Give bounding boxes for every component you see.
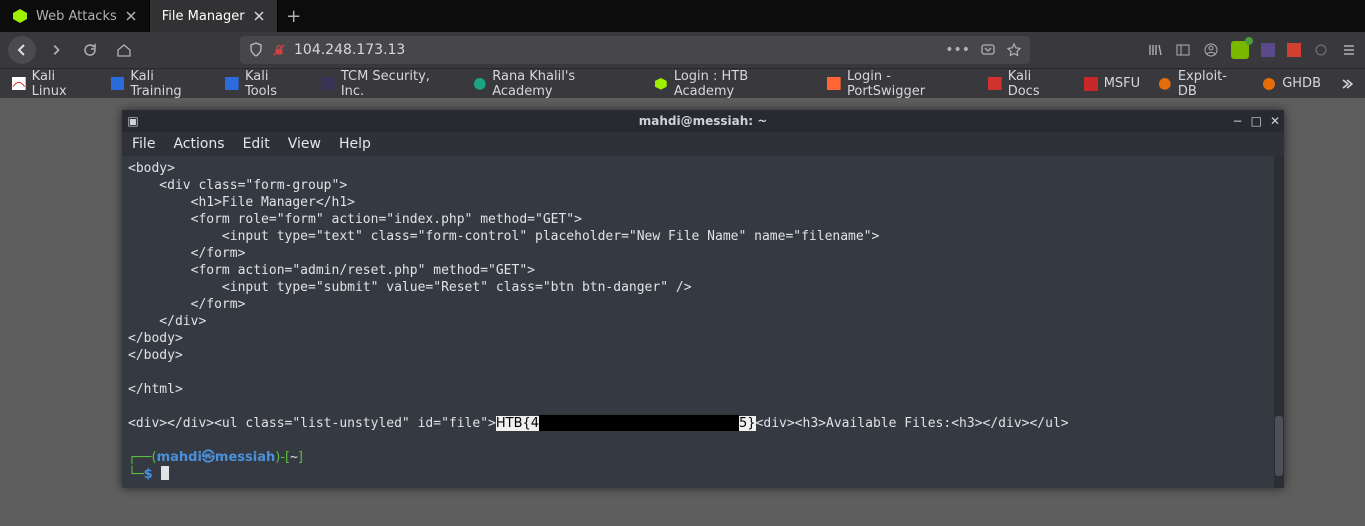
scrollbar[interactable] — [1274, 156, 1284, 488]
forward-button[interactable] — [42, 36, 70, 64]
reload-button[interactable] — [76, 36, 104, 64]
kali-icon — [225, 77, 239, 91]
new-tab-button[interactable]: + — [278, 0, 310, 32]
menu-file[interactable]: File — [132, 136, 155, 152]
bookmarks-overflow-icon[interactable] — [1339, 77, 1353, 91]
bookmark-msfu[interactable]: MSFU — [1084, 76, 1140, 91]
bookmark-htb[interactable]: Login : HTB Academy — [654, 69, 809, 99]
terminal-body[interactable]: <body> <div class="form-group"> <h1>File… — [122, 156, 1284, 488]
close-icon[interactable] — [125, 10, 137, 22]
kali-icon — [988, 77, 1002, 91]
bookmark-kali-tools[interactable]: Kali Tools — [225, 69, 303, 99]
browser-tabbar: Web Attacks File Manager + — [0, 0, 1365, 32]
shield-icon[interactable] — [248, 42, 264, 58]
extension-icon[interactable] — [1287, 43, 1301, 57]
bookmark-exploit-db[interactable]: Exploit-DB — [1158, 69, 1244, 99]
browser-nav-toolbar: 104.248.173.13:30289/index.php ••• — [0, 32, 1365, 68]
menu-help[interactable]: Help — [339, 136, 371, 152]
htb-cube-icon — [654, 77, 668, 91]
terminal-window[interactable]: ▣ mahdi@messiah: ~ − □ ✕ File Actions Ed… — [122, 110, 1284, 488]
library-icon[interactable] — [1147, 42, 1163, 58]
tab-label: File Manager — [162, 9, 245, 24]
bookmark-portswigger[interactable]: Login - PortSwigger — [827, 69, 970, 99]
menu-actions[interactable]: Actions — [173, 136, 224, 152]
home-button[interactable] — [110, 36, 138, 64]
account-icon[interactable] — [1203, 42, 1219, 58]
tab-file-manager[interactable]: File Manager — [150, 0, 278, 32]
menu-view[interactable]: View — [288, 136, 321, 152]
extension-icon[interactable] — [1313, 42, 1329, 58]
terminal-titlebar[interactable]: ▣ mahdi@messiah: ~ − □ ✕ — [122, 110, 1284, 132]
back-button[interactable] — [8, 36, 36, 64]
menu-icon[interactable] — [1341, 42, 1357, 58]
close-icon[interactable]: ✕ — [1270, 114, 1280, 128]
pocket-icon[interactable] — [980, 42, 996, 58]
bookmark-rana-khalil[interactable]: Rana Khalil's Academy — [473, 69, 637, 99]
url-bar[interactable]: 104.248.173.13:30289/index.php ••• — [240, 36, 1030, 64]
bookmark-tcm[interactable]: TCM Security, Inc. — [321, 69, 454, 99]
url-text: 104.248.173.13:30289/index.php — [294, 42, 405, 58]
tcm-icon — [321, 77, 335, 91]
terminal-menubar: File Actions Edit View Help — [122, 132, 1284, 156]
bookmark-kali-linux[interactable]: Kali Linux — [12, 69, 93, 99]
kali-icon — [111, 77, 125, 91]
tab-web-attacks[interactable]: Web Attacks — [0, 0, 150, 32]
extension-icon[interactable] — [1261, 43, 1275, 57]
bookmarks-bar: Kali Linux Kali Training Kali Tools TCM … — [0, 68, 1365, 98]
terminal-title: mahdi@messiah: ~ — [122, 114, 1284, 128]
sidebar-icon[interactable] — [1175, 42, 1191, 58]
bookmark-kali-docs[interactable]: Kali Docs — [988, 69, 1066, 99]
menu-edit[interactable]: Edit — [243, 136, 270, 152]
htb-cube-icon — [12, 8, 28, 24]
page-actions-icon[interactable]: ••• — [945, 42, 970, 58]
close-icon[interactable] — [253, 10, 265, 22]
bookmark-kali-training[interactable]: Kali Training — [111, 69, 208, 99]
maximize-icon[interactable]: □ — [1251, 114, 1262, 128]
bookmark-ghdb[interactable]: GHDB — [1262, 76, 1321, 91]
bookmark-star-icon[interactable] — [1006, 42, 1022, 58]
rk-icon — [473, 77, 487, 91]
insecure-icon[interactable] — [272, 43, 286, 57]
metasploit-icon — [1084, 77, 1098, 91]
portswigger-icon — [827, 77, 841, 91]
tab-label: Web Attacks — [36, 9, 117, 24]
exploitdb-icon — [1158, 77, 1172, 91]
kali-icon — [12, 77, 26, 91]
minimize-icon[interactable]: − — [1233, 114, 1243, 128]
ghdb-icon — [1262, 77, 1276, 91]
toolbar-extensions — [1147, 41, 1357, 59]
burp-extension-icon[interactable] — [1231, 41, 1249, 59]
